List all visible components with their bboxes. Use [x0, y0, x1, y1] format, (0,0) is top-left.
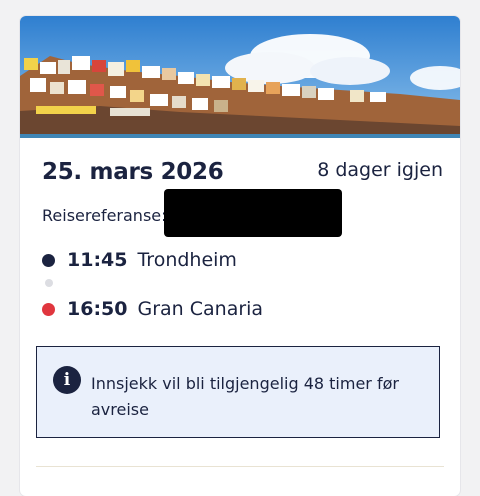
- days-left-label: 8 dager igjen: [317, 159, 443, 181]
- destination-photo: [20, 16, 460, 138]
- departure-place: Trondheim: [137, 249, 237, 271]
- checkin-notice: i Innsjekk vil bli tilgjengelig 48 timer…: [36, 346, 440, 438]
- info-icon: i: [53, 366, 81, 394]
- booking-reference-redacted: [164, 189, 342, 237]
- departure-row: 11:45 Trondheim: [42, 247, 237, 273]
- arrival-dot-icon: [42, 302, 55, 316]
- route-connector-dot-icon: [45, 279, 53, 287]
- booking-reference-label: Reisereferanse:: [42, 206, 167, 225]
- divider: [36, 466, 444, 467]
- arrival-place: Gran Canaria: [137, 298, 264, 320]
- trip-card[interactable]: 25. mars 2026 8 dager igjen Reisereferan…: [20, 16, 460, 496]
- arrival-time: 16:50: [67, 298, 128, 320]
- arrival-row: 16:50 Gran Canaria: [42, 296, 263, 322]
- trip-date: 25. mars 2026: [42, 159, 224, 185]
- departure-time: 11:45: [67, 249, 128, 271]
- checkin-notice-text: Innsjekk vil bli tilgjengelig 48 timer f…: [91, 374, 399, 419]
- departure-dot-icon: [42, 253, 55, 267]
